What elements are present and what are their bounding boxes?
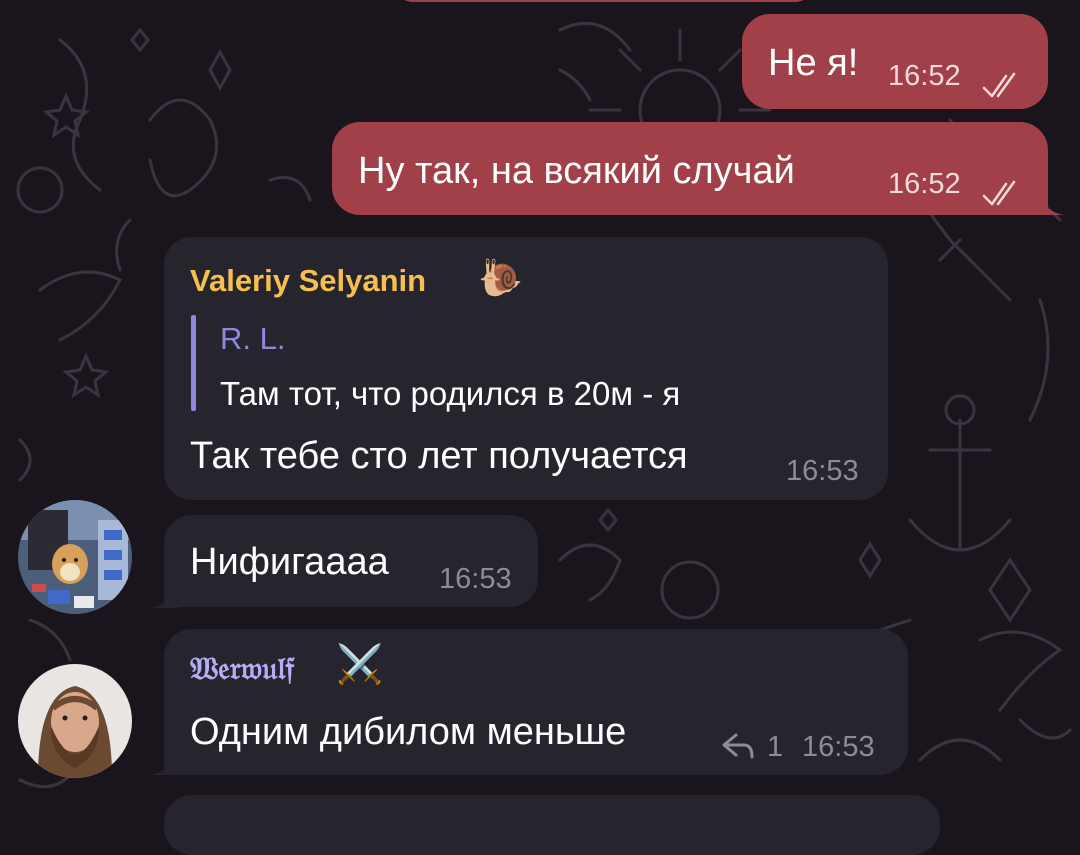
message-text: Не я! [768, 42, 859, 84]
outgoing-message-bubble[interactable]: Не я! 16:52 [742, 14, 1048, 109]
user-avatar[interactable] [18, 500, 132, 614]
reply-arrow-icon[interactable] [720, 733, 756, 759]
message-time: 16:52 [888, 60, 961, 92]
bubble-tail [150, 578, 178, 608]
snail-emoji-icon: 🐌 [478, 257, 523, 298]
message-text: Одним дибилом меньше [190, 711, 627, 753]
message-text: Ну так, на всякий случай [358, 150, 795, 192]
incoming-message-bubble[interactable]: 𝔚𝔢𝔯𝔴𝔲𝔩𝔣 ⚔️ Одним дибилом меньше 1 16:53 [164, 629, 908, 775]
partial-message-bubble[interactable] [398, 0, 810, 2]
incoming-message-bubble[interactable]: Нифигаааа 16:53 [164, 515, 538, 607]
reply-author[interactable]: R. L. [220, 321, 285, 357]
double-check-icon [982, 180, 1016, 206]
bubble-tail [150, 745, 178, 775]
avatar-image [18, 500, 132, 614]
sender-name[interactable]: Valeriy Selyanin [190, 263, 426, 299]
message-time: 16:52 [888, 168, 961, 200]
outgoing-message-bubble[interactable]: Ну так, на всякий случай 16:52 [332, 122, 1048, 215]
avatar-image [18, 664, 132, 778]
sender-name[interactable]: 𝔚𝔢𝔯𝔴𝔲𝔩𝔣 [190, 651, 294, 688]
partial-message-bubble[interactable] [164, 795, 940, 855]
user-avatar[interactable] [18, 664, 132, 778]
reply-text[interactable]: Там тот, что родился в 20м - я [220, 375, 680, 413]
message-time: 16:53 [802, 731, 875, 763]
double-check-icon [982, 72, 1016, 98]
message-time: 16:53 [439, 563, 512, 595]
message-text: Нифигаааа [190, 541, 389, 583]
reply-count[interactable]: 1 [767, 731, 783, 764]
message-text: Так тебе сто лет получается [190, 435, 688, 477]
swords-emoji-icon: ⚔️ [336, 644, 384, 686]
incoming-message-bubble[interactable]: Valeriy Selyanin 🐌 R. L. Там тот, что ро… [164, 237, 888, 500]
message-time: 16:53 [786, 455, 859, 487]
bubble-tail [1036, 185, 1064, 215]
reply-quote-bar [191, 315, 196, 411]
